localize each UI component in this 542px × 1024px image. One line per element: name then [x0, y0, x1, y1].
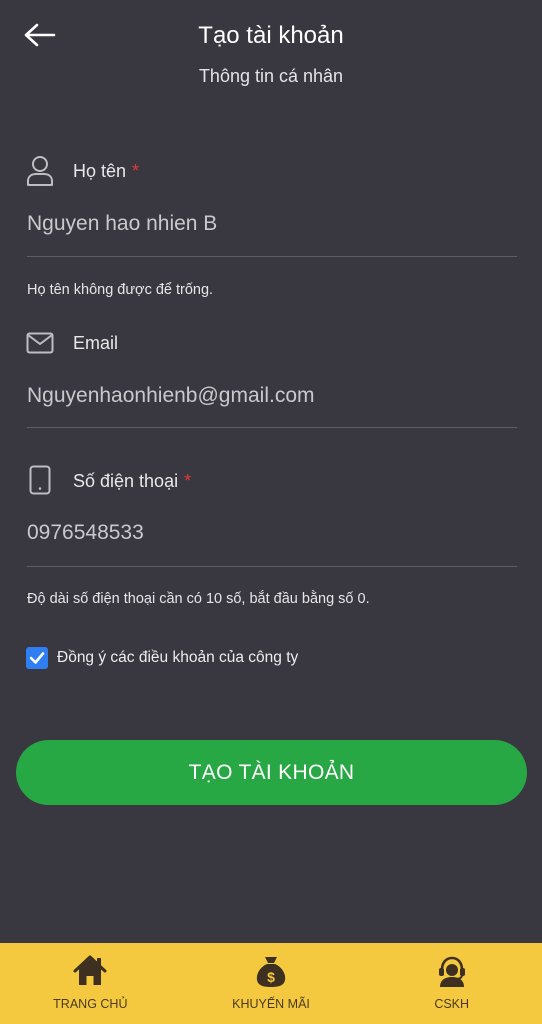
email-label: Email	[73, 333, 119, 353]
nav-label-home: TRANG CHỦ	[53, 997, 128, 1011]
name-input[interactable]	[27, 209, 517, 239]
envelope-icon	[26, 332, 54, 354]
email-input[interactable]	[27, 381, 517, 411]
phone-icon	[29, 465, 51, 495]
phone-hint: Độ dài số điện thoại cần có 10 số, bắt đ…	[27, 591, 370, 607]
home-icon	[73, 955, 107, 985]
support-agent-icon	[438, 956, 465, 987]
required-mark: *	[132, 161, 140, 181]
page-title: Tạo tài khoản	[198, 22, 344, 49]
create-account-button[interactable]: TẠO TÀI KHOẢN	[16, 740, 527, 805]
phone-input[interactable]	[27, 518, 517, 548]
nav-label-support: CSKH	[434, 997, 470, 1011]
checkmark-icon	[29, 652, 45, 664]
phone-divider	[27, 566, 517, 567]
name-label-text: Họ tên	[73, 161, 127, 181]
nav-label-promotions: KHUYẾN MÃI	[232, 997, 310, 1011]
name-label: Họ tên *	[73, 161, 139, 182]
nav-item-home[interactable]: TRANG CHỦ	[0, 943, 181, 1024]
bottom-nav: TRANG CHỦ $ KHUYẾN MÃI CSKH	[0, 943, 542, 1024]
required-mark: *	[184, 471, 192, 491]
money-bag-icon: $	[256, 957, 286, 987]
phone-label: Số điện thoại *	[73, 471, 191, 492]
name-hint: Họ tên không được để trống.	[27, 282, 214, 298]
header: Tạo tài khoản Thông tin cá nhân	[0, 0, 542, 110]
terms-label: Đồng ý các điều khoản của công ty	[57, 649, 299, 666]
terms-checkbox[interactable]	[26, 647, 48, 669]
svg-text:$: $	[267, 969, 275, 985]
nav-item-support[interactable]: CSKH	[361, 943, 542, 1024]
name-divider	[27, 256, 517, 257]
terms-agreement: Đồng ý các điều khoản của công ty	[26, 647, 298, 669]
user-icon	[27, 156, 53, 186]
page-subtitle: Thông tin cá nhân	[198, 66, 344, 86]
phone-label-text: Số điện thoại	[73, 471, 179, 491]
email-divider	[27, 427, 517, 428]
nav-item-promotions[interactable]: $ KHUYẾN MÃI	[181, 943, 362, 1024]
